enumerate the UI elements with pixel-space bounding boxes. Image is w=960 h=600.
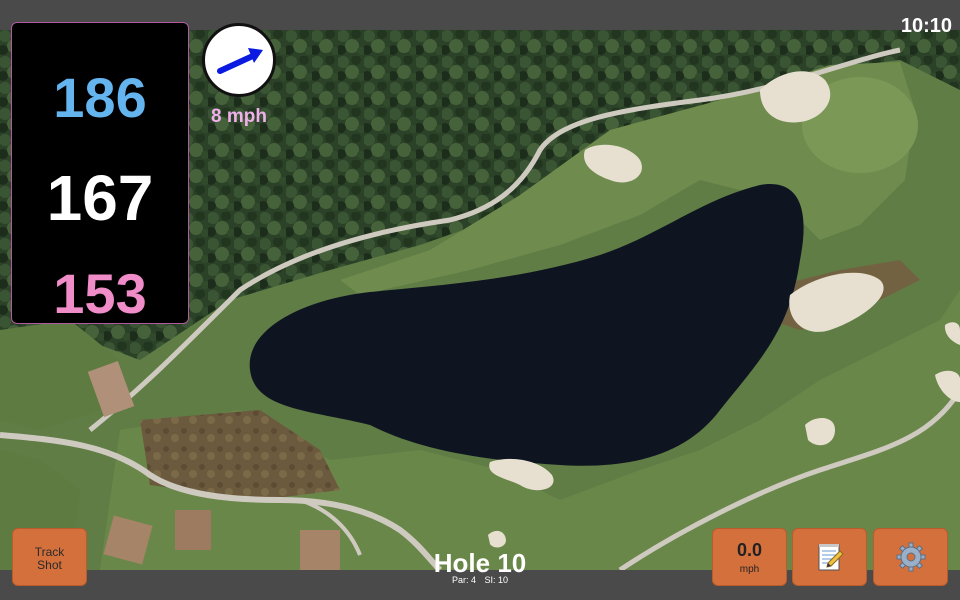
golf-gps-screen: 10:10 186 167 153 8 mph Track Shot Hole … — [0, 0, 960, 600]
clock: 10:10 — [900, 15, 952, 37]
wind-indicator — [202, 23, 276, 97]
hole-details: Par: 4 SI: 10 — [380, 575, 580, 585]
hole-stroke-index: SI: 10 — [484, 575, 509, 585]
wind-arrow-icon — [217, 48, 263, 74]
back-distance: 186 — [53, 66, 147, 129]
track-shot-label-line1: Track — [34, 545, 65, 559]
middle-distance: 167 — [46, 162, 154, 234]
front-distance: 153 — [53, 262, 147, 325]
gear-icon — [896, 542, 925, 572]
notepad-icon — [818, 544, 844, 571]
hole-info: Hole 10 Par: 4 SI: 10 — [380, 549, 580, 585]
settings-button[interactable] — [873, 528, 948, 586]
hole-title: Hole 10 — [433, 548, 527, 578]
hole-par: Par: 4 — [451, 575, 476, 585]
track-shot-button[interactable]: Track Shot — [12, 528, 87, 586]
notes-button[interactable] — [792, 528, 867, 586]
speed-value: 0.0 — [736, 540, 763, 560]
track-shot-label-line2: Shot — [37, 558, 62, 572]
speed-button[interactable]: 0.0 mph — [712, 528, 787, 586]
wind-speed-label: 8 mph — [211, 106, 267, 127]
speed-unit: mph — [739, 564, 760, 575]
distance-panel: 186 167 153 — [11, 22, 189, 325]
